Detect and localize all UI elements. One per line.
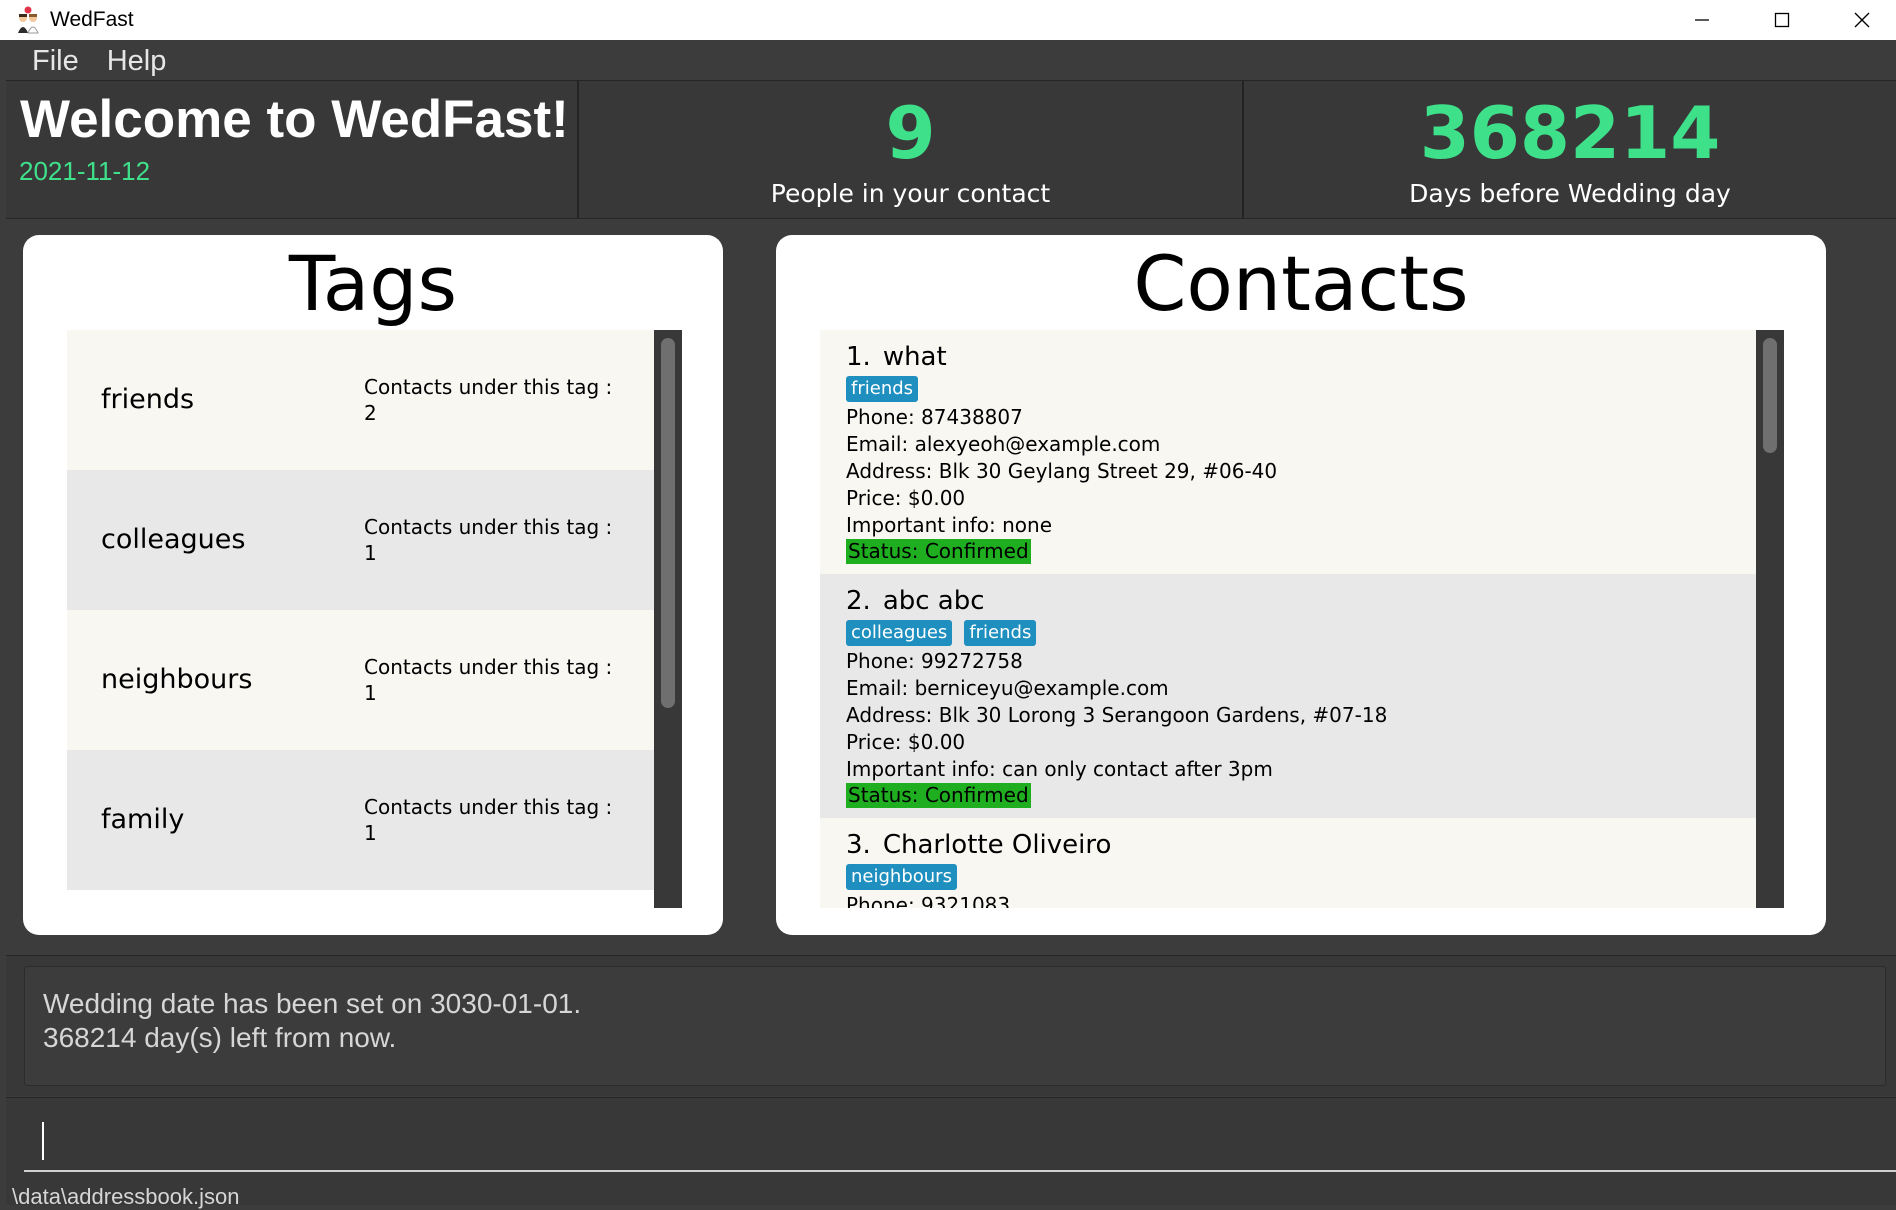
welcome-section: Welcome to WedFast! 2021-11-12 [6, 81, 579, 218]
tags-heading: Tags [288, 239, 458, 328]
contact-address: Address: Blk 30 Geylang Street 29, #06-4… [846, 459, 1278, 483]
tag-count-value: 1 [364, 681, 377, 705]
contact-name-text: what [882, 342, 947, 372]
tag-row[interactable]: colleagues Contacts under this tag : 1 [67, 470, 654, 610]
tag-list[interactable]: friends Contacts under this tag : 2 coll… [67, 330, 654, 908]
window-title: WedFast [50, 8, 134, 31]
menu-file[interactable]: File [32, 42, 79, 80]
days-label: Days before Wedding day [1409, 179, 1731, 208]
maximize-button[interactable] [1742, 0, 1822, 40]
result-box[interactable]: Wedding date has been set on 3030-01-01.… [24, 966, 1886, 1086]
contact-info: Important info: none [846, 513, 1053, 537]
maximize-icon [1774, 12, 1790, 28]
tag-name: neighbours [101, 664, 253, 695]
people-count: 9 [885, 91, 936, 175]
tag-name: friends [101, 384, 195, 415]
tag-count-label: Contacts under this tag : [364, 655, 613, 679]
tag-count-value: 1 [364, 821, 377, 845]
command-input[interactable] [24, 1110, 1896, 1172]
people-label: People in your contact [770, 179, 1051, 208]
contacts-scroll-thumb[interactable] [1763, 338, 1777, 453]
contact-list[interactable]: 1. what friends Phone: 87438807 Email: al… [820, 330, 1760, 908]
tag-count-value: 2 [364, 401, 377, 425]
menu-bar: File Help [6, 40, 1896, 80]
contacts-scrollbar[interactable] [1756, 330, 1784, 908]
tag-count-label: Contacts under this tag : [364, 375, 613, 399]
contact-name: 2. abc abc [846, 586, 1760, 616]
contact-card[interactable]: 3. Charlotte Oliveiro neighbours Phone: 9… [820, 818, 1760, 908]
contact-price: Price: $0.00 [846, 730, 966, 754]
status-badge: Status: Confirmed [846, 539, 1031, 564]
days-stat: 368214 Days before Wedding day [1244, 81, 1896, 218]
wedding-couple-icon [14, 6, 42, 34]
contact-name-text: Charlotte Oliveiro [882, 830, 1112, 860]
current-date: 2021-11-12 [19, 156, 151, 186]
result-line: 368214 day(s) left from now. [43, 1022, 397, 1053]
contact-index: 3. [846, 830, 871, 860]
result-display: Wedding date has been set on 3030-01-01.… [6, 955, 1896, 1096]
contact-email: Email: alexyeoh@example.com [846, 432, 1161, 456]
contacts-heading: Contacts [1133, 239, 1469, 328]
tag-name: family [101, 804, 185, 835]
minimize-button[interactable] [1662, 0, 1742, 40]
contact-card[interactable]: 1. what friends Phone: 87438807 Email: al… [820, 330, 1760, 574]
menu-help[interactable]: Help [107, 42, 167, 80]
contact-name: 1. what [846, 342, 1760, 372]
status-badge: Status: Confirmed [846, 783, 1031, 808]
tag-count-value: 1 [364, 541, 377, 565]
days-count: 368214 [1419, 91, 1721, 175]
contact-name-text: abc abc [882, 586, 985, 616]
contact-phone: Phone: 87438807 [846, 405, 1023, 429]
contact-index: 2. [846, 586, 871, 616]
tag-row[interactable]: friends Contacts under this tag : 2 [67, 330, 654, 470]
tags-scroll-thumb[interactable] [661, 338, 675, 708]
title-bar: WedFast [0, 0, 1896, 40]
result-line: Wedding date has been set on 3030-01-01. [43, 988, 582, 1019]
contact-card[interactable]: 2. abc abc colleagues friends Phone: 9927… [820, 574, 1760, 818]
tags-panel: Tags friends Contacts under this tag : 2… [23, 235, 723, 935]
contact-index: 1. [846, 342, 871, 372]
contact-name: 3. Charlotte Oliveiro [846, 830, 1760, 860]
command-box: \data\addressbook.json [6, 1097, 1896, 1209]
tags-scrollbar[interactable] [654, 330, 682, 908]
people-stat: 9 People in your contact [579, 81, 1244, 218]
tag-count-label: Contacts under this tag : [364, 795, 613, 819]
contact-phone: Phone: 99272758 [846, 649, 1023, 673]
tag-row[interactable]: family Contacts under this tag : 1 [67, 750, 654, 890]
contact-tags: colleagues friends [846, 620, 1760, 646]
contact-tags: neighbours [846, 864, 1760, 890]
contact-price: Price: $0.00 [846, 486, 966, 510]
contact-email: Email: berniceyu@example.com [846, 676, 1169, 700]
status-bar-path: \data\addressbook.json [12, 1184, 240, 1209]
contact-tags: friends [846, 376, 1760, 402]
contact-info: Important info: can only contact after 3… [846, 757, 1273, 781]
minimize-icon [1695, 19, 1709, 21]
tag-count: Contacts under this tag : 1 [364, 794, 649, 846]
header-stats: Welcome to WedFast! 2021-11-12 9 People … [6, 80, 1896, 219]
tag-row[interactable]: neighbours Contacts under this tag : 1 [67, 610, 654, 750]
tag-badge: friends [964, 620, 1037, 646]
text-caret [42, 1122, 44, 1160]
tag-name: colleagues [101, 524, 246, 555]
tag-badge: colleagues [846, 620, 953, 646]
tag-count: Contacts under this tag : 1 [364, 654, 649, 706]
contact-phone: Phone: 9321083 [846, 893, 1011, 908]
tag-count: Contacts under this tag : 2 [364, 374, 649, 426]
close-button[interactable] [1822, 0, 1896, 40]
result-text: Wedding date has been set on 3030-01-01.… [43, 987, 581, 1055]
close-icon [1854, 12, 1870, 28]
contacts-panel: Contacts 1. what friends Phone: 87438807 … [776, 235, 1826, 935]
tag-badge: neighbours [846, 864, 957, 890]
tag-count: Contacts under this tag : 1 [364, 514, 649, 566]
welcome-title: Welcome to WedFast! [20, 90, 569, 149]
tag-badge: friends [846, 376, 919, 402]
contact-address: Address: Blk 30 Lorong 3 Serangoon Garde… [846, 703, 1388, 727]
tag-count-label: Contacts under this tag : [364, 515, 613, 539]
